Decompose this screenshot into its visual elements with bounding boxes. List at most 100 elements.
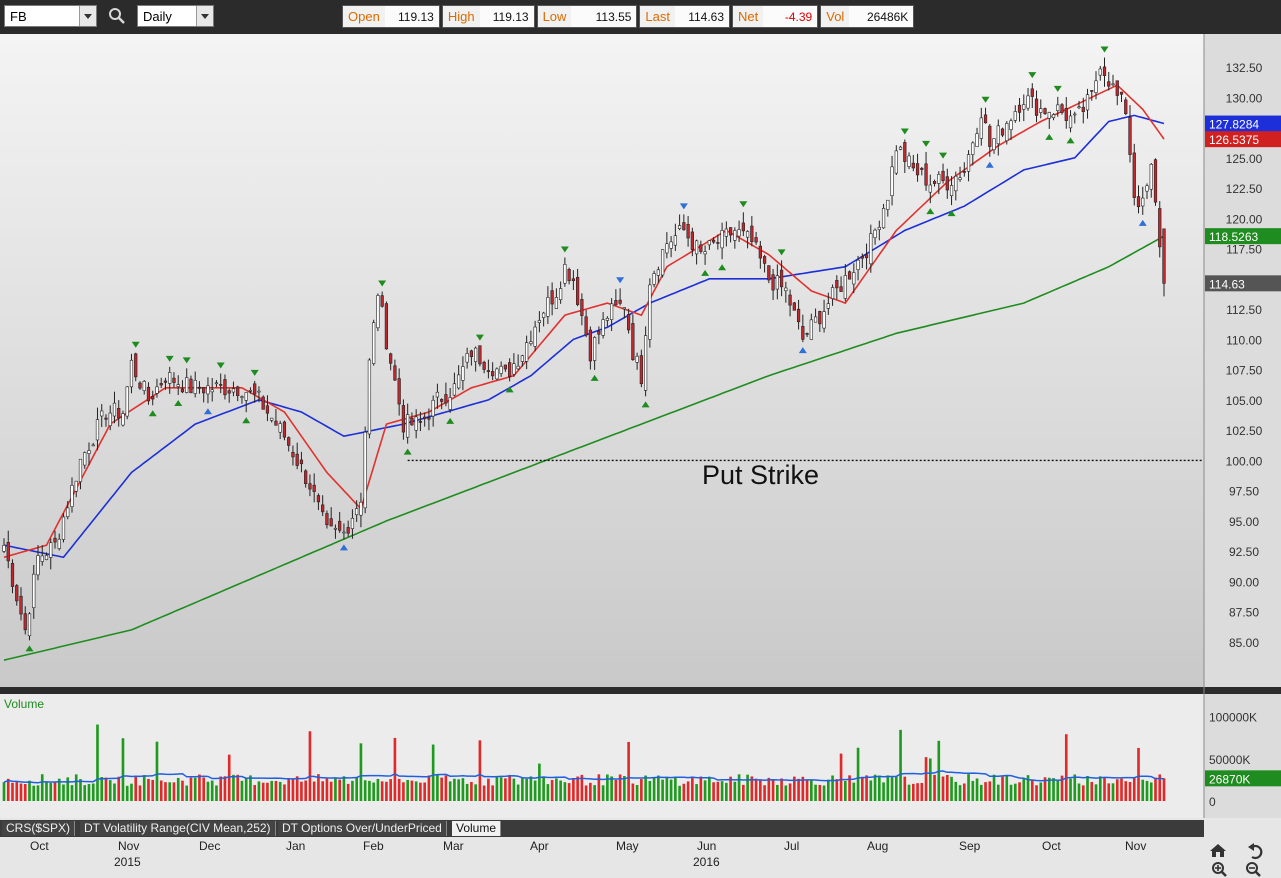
volume-bar [776, 784, 779, 801]
volume-bar [890, 777, 894, 801]
candle-body [852, 272, 856, 285]
volume-bar [640, 779, 643, 801]
candle-body [108, 412, 112, 426]
quote-bar: Open 119.13 High 119.13 Low 113.55 Last … [342, 5, 916, 28]
volume-bar [975, 778, 979, 801]
volume-bar [797, 778, 800, 801]
tab-volume[interactable]: Volume [452, 821, 502, 836]
volume-bar [1005, 775, 1009, 801]
candle-body [576, 276, 580, 305]
symbol-dropdown-button[interactable] [79, 6, 96, 26]
volume-bar [877, 775, 881, 801]
volume-bar [657, 775, 660, 801]
candle-body [1009, 120, 1013, 131]
candle-body [57, 538, 61, 549]
volume-bar [2, 782, 6, 801]
volume-bar [15, 782, 19, 801]
candle-body [677, 225, 682, 230]
volume-bar [495, 776, 499, 801]
candle-body [720, 230, 724, 249]
volume-bar [308, 731, 312, 801]
candle-body [312, 484, 316, 492]
volume-bar [1120, 778, 1123, 801]
candle-body [716, 242, 720, 244]
chart-navigation [1210, 843, 1263, 877]
price-tick-label: 87.50 [1229, 606, 1259, 620]
candle-body [711, 239, 716, 243]
volume-bar [882, 782, 885, 801]
price-tick-label: 102.50 [1226, 424, 1263, 438]
search-icon[interactable] [107, 6, 127, 26]
volume-bar [470, 781, 473, 801]
period-dropdown-button[interactable] [196, 6, 213, 26]
volume-bar [45, 781, 48, 801]
year-label: 2015 [114, 855, 141, 869]
volume-bar [1039, 782, 1043, 801]
volume-bar [958, 785, 962, 801]
zoom-out-icon[interactable] [1246, 862, 1261, 877]
price-tick-label: 110.00 [1226, 333, 1262, 347]
undo-icon[interactable] [1248, 843, 1263, 860]
volume-bar [763, 785, 766, 801]
candle-body [10, 563, 15, 587]
volume-bar [992, 774, 996, 801]
volume-bar [355, 777, 358, 801]
price-chart[interactable]: 132.50130.00127.50125.00122.50120.00117.… [0, 34, 1281, 820]
month-label: Oct [30, 839, 49, 853]
volume-bar [291, 778, 295, 801]
candle-body [223, 379, 227, 396]
volume-bar [665, 776, 669, 801]
tab-dt-volatility-range[interactable]: DT Volatility Range(CIV Mean,252) [80, 821, 276, 836]
candle-body [563, 264, 567, 284]
candle-body [877, 227, 881, 230]
quote-low-value: 113.55 [571, 6, 637, 27]
candle-body [542, 312, 546, 318]
volume-bar [295, 776, 299, 801]
candle-body [1115, 80, 1119, 96]
candle-body [19, 595, 23, 615]
candle-body [151, 396, 155, 400]
volume-bar [176, 777, 180, 801]
volume-bar [508, 774, 511, 801]
volume-bar [232, 774, 235, 801]
zoom-in-icon[interactable] [1212, 862, 1227, 877]
candle-body [665, 243, 669, 254]
price-tick-label: 132.50 [1226, 61, 1263, 75]
price-tick-label: 92.50 [1229, 545, 1259, 559]
volume-bar [1018, 782, 1021, 801]
period-select[interactable]: Daily [137, 5, 214, 27]
candle-body [176, 384, 180, 387]
tab-crs-spx[interactable]: CRS($SPX) [2, 821, 76, 836]
volume-bar [742, 784, 745, 801]
volume-bar [916, 783, 919, 801]
quote-high-label: High [442, 6, 480, 27]
volume-bar [954, 781, 958, 801]
candle-body [1030, 88, 1034, 97]
volume-bar [431, 744, 435, 801]
candle-body [53, 537, 57, 543]
candle-body [682, 222, 686, 231]
volume-bar [1162, 778, 1166, 801]
volume-bar [521, 777, 524, 801]
candle-body [584, 316, 588, 336]
tab-dt-options-over-underpriced[interactable]: DT Options Over/UnderPriced [278, 821, 447, 836]
price-tick-label: 120.00 [1226, 212, 1263, 226]
price-label-text: 126.5375 [1209, 133, 1259, 147]
volume-bar [414, 781, 418, 801]
volume-bar [453, 778, 456, 801]
candle-body [775, 275, 779, 290]
candle-body [112, 402, 117, 417]
price-tick-label: 117.50 [1226, 243, 1262, 257]
symbol-input[interactable]: FB [4, 5, 97, 27]
volume-bar [614, 779, 618, 801]
volume-bar [852, 782, 856, 801]
candle-body [520, 355, 525, 362]
candle-body [724, 228, 728, 237]
candle-body [614, 300, 618, 306]
candle-body [1132, 152, 1136, 198]
volume-bar [1009, 784, 1013, 801]
candle-body [495, 368, 499, 380]
volume-bar [771, 780, 775, 801]
home-icon[interactable] [1210, 844, 1226, 857]
candle-body [911, 162, 915, 169]
